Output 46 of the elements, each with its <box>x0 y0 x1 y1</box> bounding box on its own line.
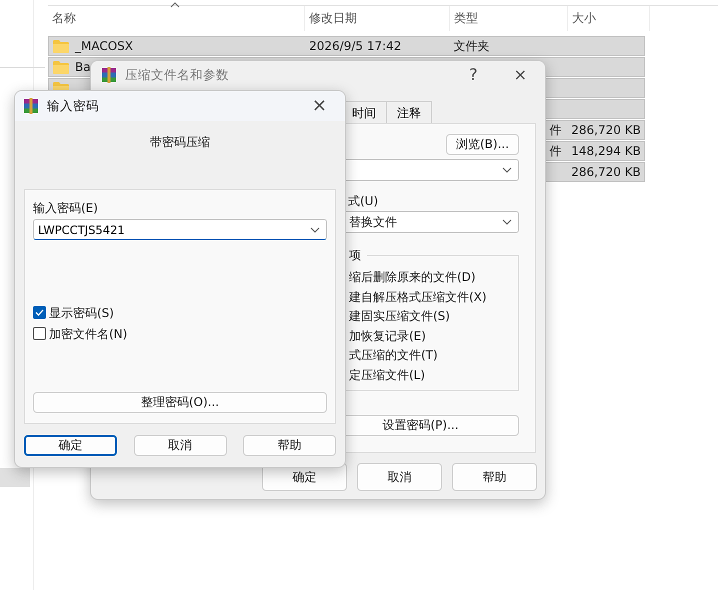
dialog-button[interactable]: 帮助 <box>243 435 336 456</box>
dialog-button[interactable]: 取消 <box>357 463 442 491</box>
file-size: 286,720 KB <box>571 122 641 139</box>
close-button[interactable]: × <box>304 96 335 116</box>
checkbox-label[interactable]: 加密文件名(N) <box>49 324 128 342</box>
checkbox-label[interactable]: 定压缩文件(L) <box>349 368 426 382</box>
file-type: 件 <box>549 122 562 139</box>
organize-passwords-button[interactable]: 整理密码(O)... <box>33 392 327 413</box>
column-header[interactable]: 大小 <box>568 6 650 30</box>
file-type: 文件夹 <box>454 38 490 55</box>
checkbox[interactable] <box>33 306 46 319</box>
folder-icon <box>53 40 69 52</box>
tab[interactable]: 注释 <box>387 101 432 123</box>
books-icon <box>23 98 39 114</box>
field-label: 式(U) <box>348 194 378 208</box>
file-size: 286,720 KB <box>571 164 641 181</box>
checkbox-label[interactable]: 加恢复记录(E) <box>349 328 426 342</box>
chevron-down-icon <box>502 167 512 173</box>
password-field[interactable]: LWPCCTJS5421 <box>33 219 327 240</box>
column-header[interactable]: 类型 <box>450 6 568 30</box>
dialog-button[interactable]: 取消 <box>134 435 226 456</box>
checkbox[interactable] <box>33 327 46 340</box>
checkbox-label[interactable]: 缩后删除原来的文件(D) <box>349 270 476 284</box>
dialog-button[interactable]: 帮助 <box>452 463 537 491</box>
checkbox-label[interactable]: 显示密码(S) <box>49 304 114 322</box>
file-size: 148,294 KB <box>571 143 641 160</box>
chevron-down-icon <box>502 219 512 225</box>
checkbox-label[interactable]: 建固实压缩文件(S) <box>349 309 450 323</box>
modified-date: 2026/9/5 17:42 <box>309 38 402 55</box>
column-header[interactable]: 名称 <box>48 6 305 30</box>
dialog-heading: 带密码压缩 <box>150 135 210 149</box>
chevron-down-icon <box>310 227 320 233</box>
file-row[interactable]: _MACOSX 2026/9/5 17:42 文件夹 <box>48 36 645 56</box>
window-title: 压缩文件名和参数 <box>125 66 229 84</box>
checkbox-label[interactable]: 建自解压格式压缩文件(X) <box>349 290 487 304</box>
file-name: Ba <box>75 59 91 76</box>
checkbox-label[interactable]: 式压缩的文件(T) <box>349 348 438 362</box>
folder-icon <box>53 60 69 74</box>
field-label: 输入密码(E) <box>33 201 98 215</box>
window-title: 输入密码 <box>47 96 99 115</box>
file-name: _MACOSX <box>75 38 134 55</box>
column-header[interactable]: 修改日期 <box>305 6 450 30</box>
file-type: 件 <box>549 143 562 160</box>
dialog-button[interactable]: 确定 <box>24 435 117 456</box>
books-icon <box>101 67 117 83</box>
browse-button[interactable]: 浏览(B)... <box>446 134 519 155</box>
